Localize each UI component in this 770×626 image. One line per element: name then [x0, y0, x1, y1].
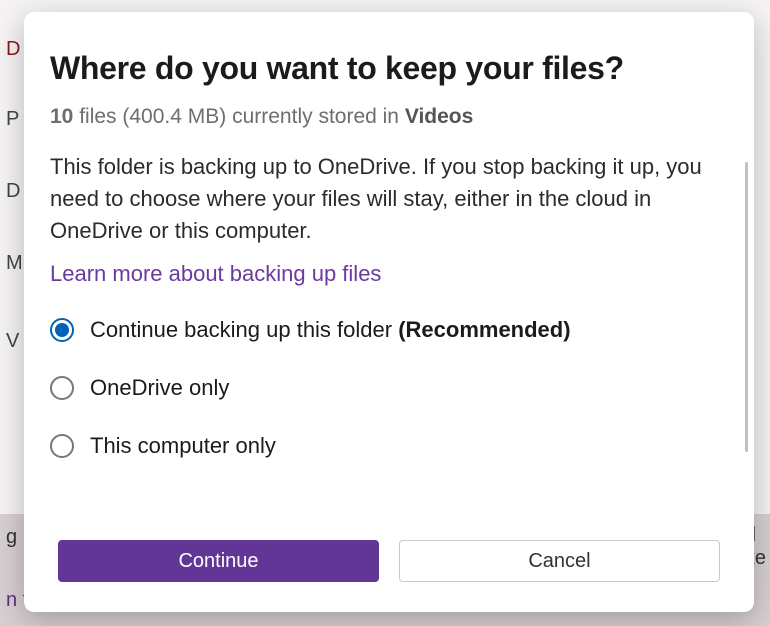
bg-row: D: [0, 180, 20, 203]
learn-more-link[interactable]: Learn more about backing up files: [50, 261, 381, 287]
option-label: This computer only: [90, 433, 276, 459]
option-this-computer-only[interactable]: This computer only: [50, 433, 728, 459]
radio-icon: [50, 434, 74, 458]
radio-icon: [50, 318, 74, 342]
files-word: files: [73, 105, 122, 128]
option-text: OneDrive only: [90, 375, 229, 400]
radio-icon: [50, 376, 74, 400]
option-recommended: (Recommended): [398, 317, 570, 342]
bg-row: V: [0, 330, 19, 353]
option-label: OneDrive only: [90, 375, 229, 401]
bg-row: M: [0, 252, 23, 275]
options-group: Continue backing up this folder (Recomme…: [50, 317, 728, 459]
option-text: Continue backing up this folder: [90, 317, 398, 342]
bg-row: D: [0, 38, 20, 61]
cancel-button[interactable]: Cancel: [399, 540, 720, 582]
dialog-title: Where do you want to keep your files?: [50, 50, 728, 87]
scrollbar[interactable]: [745, 162, 748, 452]
keep-files-dialog: Where do you want to keep your files? 10…: [24, 12, 754, 612]
option-continue-backup[interactable]: Continue backing up this folder (Recomme…: [50, 317, 728, 343]
dialog-description: This folder is backing up to OneDrive. I…: [50, 151, 720, 247]
option-text: This computer only: [90, 433, 276, 458]
folder-name: Videos: [405, 105, 473, 128]
dialog-footer: Continue Cancel: [24, 520, 754, 612]
option-onedrive-only[interactable]: OneDrive only: [50, 375, 728, 401]
storage-summary: 10 files (400.4 MB) currently stored in …: [50, 105, 728, 129]
file-count: 10: [50, 105, 73, 128]
size-text: (400.4 MB) currently stored in: [122, 105, 404, 128]
bg-row: P: [0, 108, 19, 131]
option-label: Continue backing up this folder (Recomme…: [90, 317, 571, 343]
continue-button[interactable]: Continue: [58, 540, 379, 582]
bg-footer-frag: g: [6, 526, 17, 548]
dialog-body: Where do you want to keep your files? 10…: [24, 12, 754, 520]
